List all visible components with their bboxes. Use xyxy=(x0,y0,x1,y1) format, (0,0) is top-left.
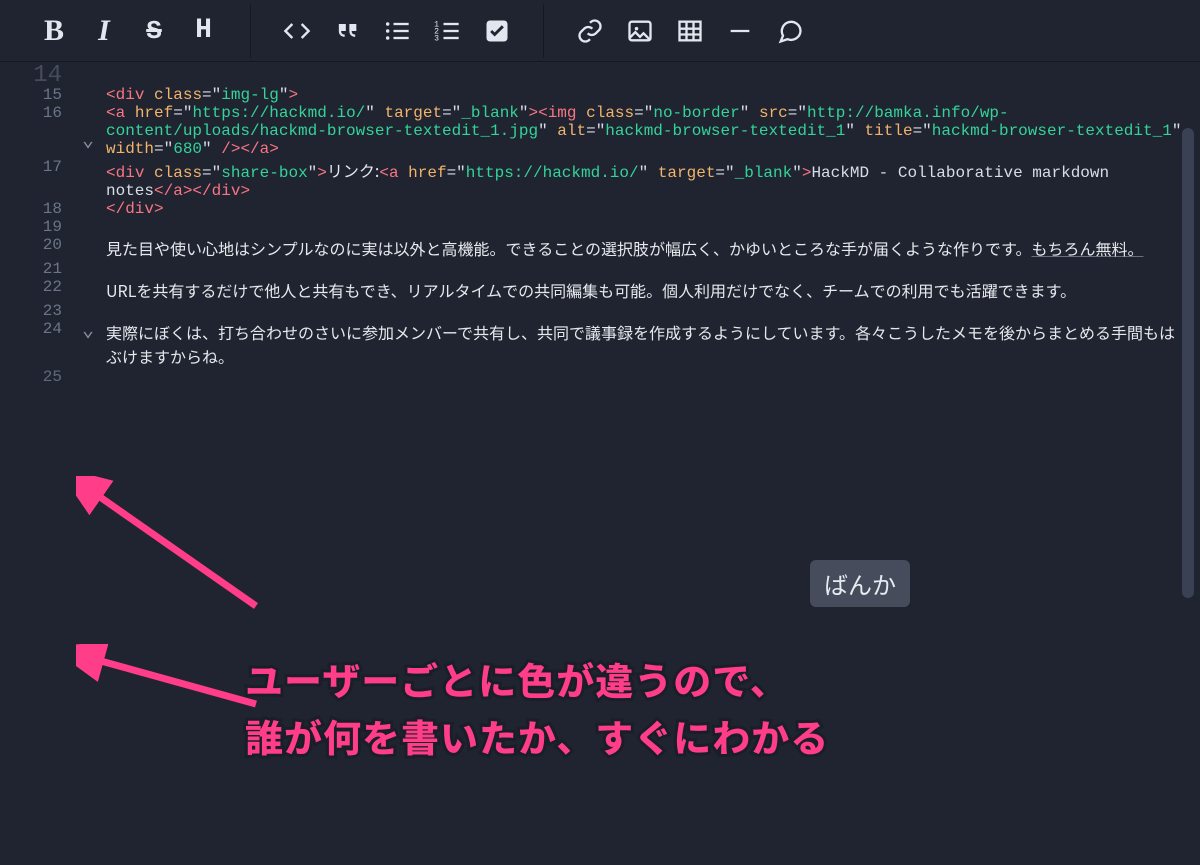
line-number: 22 xyxy=(0,278,72,296)
link-button[interactable] xyxy=(566,7,614,55)
task-list-button[interactable] xyxy=(473,7,521,55)
ol-button[interactable]: 123 xyxy=(423,7,471,55)
code-line[interactable]: </div> xyxy=(84,200,1200,218)
line-number: 23 xyxy=(0,302,72,320)
code-line[interactable] xyxy=(84,302,1200,320)
line-number: 21 xyxy=(0,260,72,278)
code-editor[interactable]: 14 15 <div class="img-lg"> 16 <a href="h… xyxy=(0,62,1200,865)
code-line[interactable] xyxy=(84,218,1200,236)
strike-button[interactable]: S xyxy=(130,7,178,55)
fold-chevron-icon[interactable]: ⌄ xyxy=(82,317,94,343)
line-number: 17 xyxy=(0,158,72,176)
fold-chevron-icon[interactable]: ⌄ xyxy=(82,127,94,153)
user-name-tooltip: ばんか xyxy=(810,560,910,607)
line-number: 16 xyxy=(0,104,72,122)
editor-scrollbar[interactable] xyxy=(1180,128,1196,861)
code-line[interactable] xyxy=(84,260,1200,278)
line-number: 19 xyxy=(0,218,72,236)
bold-button[interactable]: B xyxy=(30,7,78,55)
code-line[interactable]: <a href="https://hackmd.io/" target="_bl… xyxy=(84,104,1200,158)
comment-button[interactable] xyxy=(766,7,814,55)
quote-button[interactable] xyxy=(323,7,371,55)
line-number: 14 xyxy=(0,62,72,89)
editor-toolbar: B I S H 123 xyxy=(0,0,1200,62)
code-line[interactable]: 見た目や使い心地はシンプルなのに実は以外と高機能。できることの選択肢が幅広く、か… xyxy=(84,236,1200,260)
code-line[interactable]: <div class="img-lg"> xyxy=(84,86,1200,104)
scrollbar-thumb[interactable] xyxy=(1182,128,1194,598)
line-number: 25 xyxy=(0,368,72,386)
hr-button[interactable] xyxy=(716,7,764,55)
line-number: 18 xyxy=(0,200,72,218)
code-button[interactable] xyxy=(273,7,321,55)
image-button[interactable] xyxy=(616,7,664,55)
line-number: 20 xyxy=(0,236,72,254)
code-line[interactable]: <div class="share-box">リンク:<a href="http… xyxy=(84,158,1200,200)
table-button[interactable] xyxy=(666,7,714,55)
heading-button[interactable]: H xyxy=(180,7,228,55)
italic-button[interactable]: I xyxy=(80,7,128,55)
line-number: 24 xyxy=(0,320,72,338)
code-line[interactable]: URLを共有するだけで他人と共有もでき、リアルタイムでの共同編集も可能。個人利用… xyxy=(84,278,1200,302)
ul-button[interactable] xyxy=(373,7,421,55)
svg-text:3: 3 xyxy=(434,34,439,43)
code-line[interactable]: 実際にぼくは、打ち合わせのさいに参加メンバーで共有し、共同で議事録を作成するよう… xyxy=(84,320,1200,368)
